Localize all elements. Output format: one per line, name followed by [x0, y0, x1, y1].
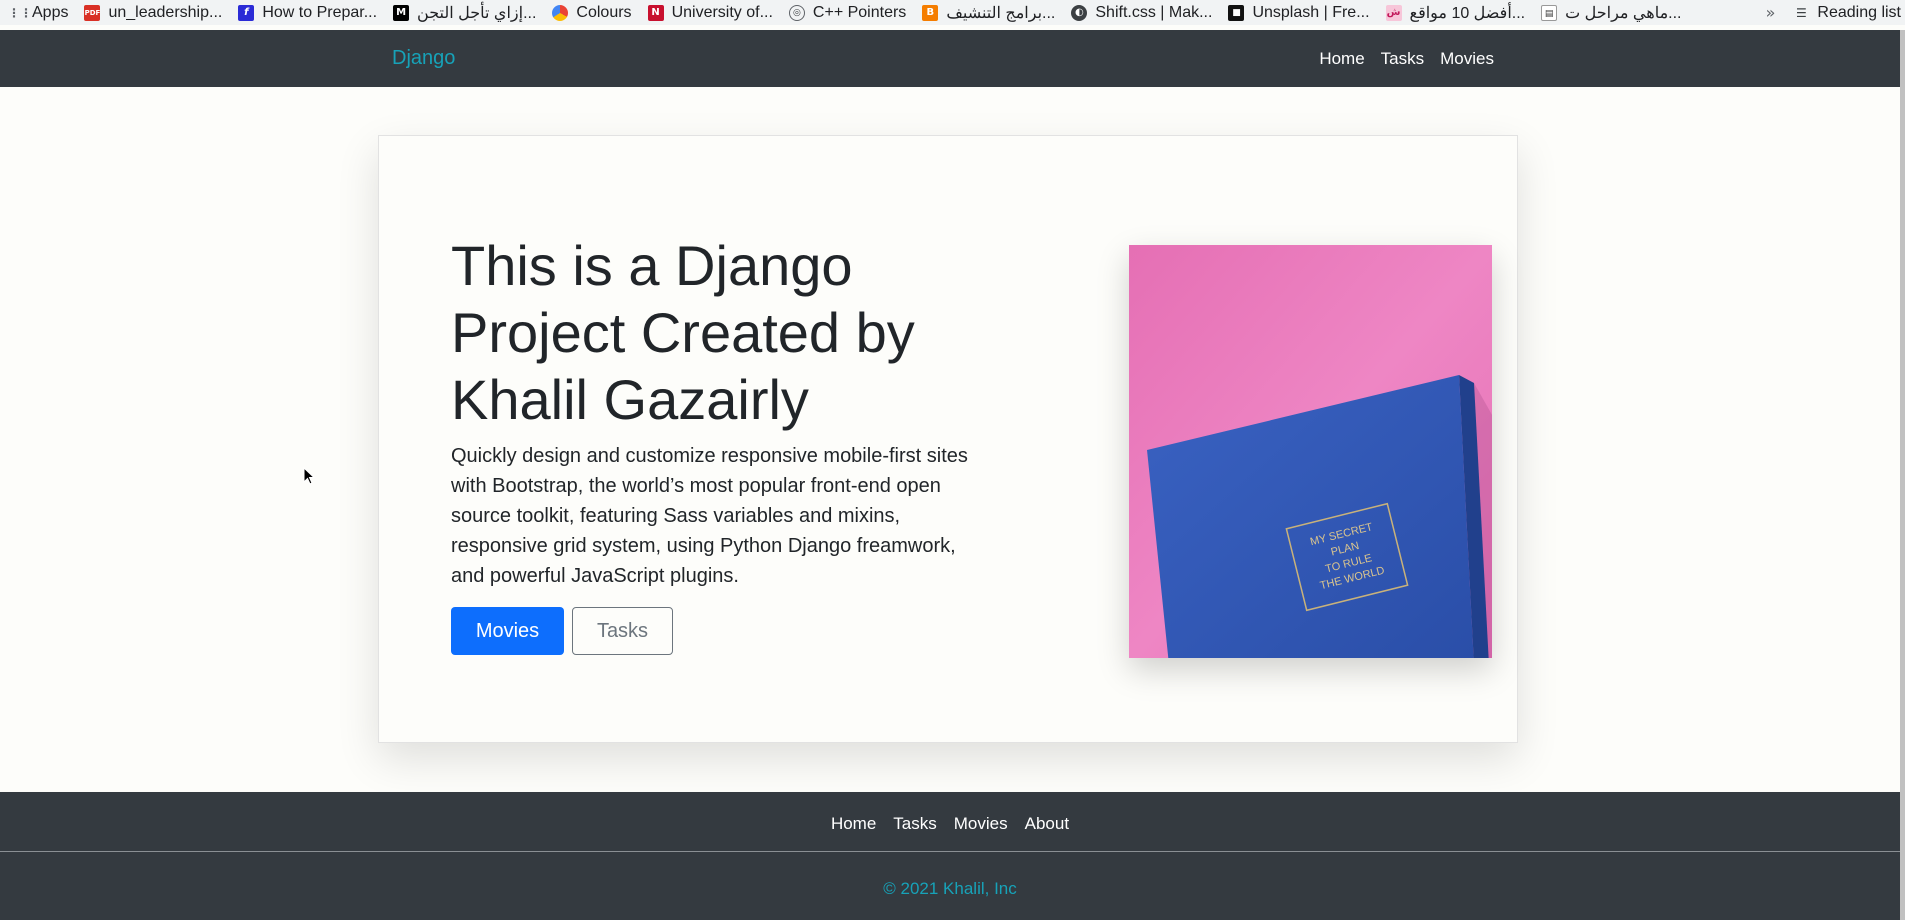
footer-divider: [0, 851, 1900, 852]
bookmark-label: برامج التنشيف...: [946, 4, 1056, 22]
nav-link-home[interactable]: Home: [1319, 49, 1364, 69]
colours-icon: [552, 4, 569, 21]
bookmark-item[interactable]: B برامج التنشيف...: [922, 3, 1055, 23]
reading-list-label: Reading list: [1817, 3, 1901, 21]
hero-title: This is a Django Project Created by Khal…: [451, 234, 915, 431]
bookmark-apps[interactable]: ⋮⋮ Apps: [8, 4, 68, 22]
bookmarks-right: » ☰ Reading list: [1766, 0, 1905, 25]
hero-description: Quickly design and customize responsive …: [451, 445, 968, 587]
page-scrollbar[interactable]: [1900, 30, 1905, 920]
bookmark-label: Apps: [32, 3, 69, 21]
reading-list-icon: ☰: [1796, 5, 1807, 20]
bookmark-label: C++ Pointers: [812, 3, 907, 21]
bookmark-item[interactable]: Colours: [552, 3, 632, 22]
more-bookmarks-icon[interactable]: »: [1766, 3, 1776, 22]
movies-button[interactable]: Movies: [451, 607, 564, 655]
navbar: Django Home Tasks Movies: [0, 30, 1900, 87]
hero-card: This is a Django Project Created by Khal…: [378, 135, 1518, 743]
navbar-brand[interactable]: Django: [392, 47, 455, 70]
navbar-links: Home Tasks Movies: [1319, 49, 1494, 69]
hero-image: MY SECRET PLAN TO RULE THE WORLD: [1129, 245, 1492, 658]
mouse-cursor-icon: [303, 467, 315, 485]
bookmark-item[interactable]: ش أفضل 10 مواقع...: [1385, 3, 1526, 23]
footer-link-about[interactable]: About: [1025, 814, 1069, 834]
bookmark-label: إزاي تأجل التجن...: [417, 4, 537, 22]
bookmark-item[interactable]: ◎ C++ Pointers: [788, 3, 907, 22]
tasks-button[interactable]: Tasks: [572, 607, 673, 655]
university-icon: N: [647, 4, 664, 21]
bookmark-label: أفضل 10 مواقع...: [1409, 4, 1526, 22]
bookmark-item[interactable]: ◐ Shift.css | Mak...: [1071, 4, 1212, 22]
bookmark-item[interactable]: f How to Prepar...: [238, 4, 377, 22]
bookmark-label: ماهي مراحل ت...: [1565, 4, 1682, 22]
notebook-illustration: MY SECRET PLAN TO RULE THE WORLD: [1129, 245, 1492, 658]
medium-icon: M: [393, 4, 410, 21]
cpp-icon: ◎: [788, 4, 805, 21]
scrollbar-thumb[interactable]: [1900, 30, 1905, 920]
bookmark-label: How to Prepar...: [262, 3, 378, 21]
bookmark-label: Shift.css | Mak...: [1095, 3, 1213, 21]
footer-link-tasks[interactable]: Tasks: [893, 814, 936, 834]
footer: Home Tasks Movies About © 2021 Khalil, I…: [0, 792, 1900, 920]
page-icon: ▤: [1541, 4, 1558, 21]
bookmark-label: Unsplash | Fre...: [1252, 3, 1370, 21]
footer-links: Home Tasks Movies About: [0, 814, 1900, 834]
reading-list-button[interactable]: ☰ Reading list: [1793, 4, 1901, 22]
bookmark-item[interactable]: N University of...: [647, 3, 773, 22]
bookmarks-bar: ⋮⋮ Apps PDF un_leadership... f How to Pr…: [0, 0, 1905, 25]
bookmark-item[interactable]: PDF un_leadership...: [84, 4, 222, 22]
nav-link-movies[interactable]: Movies: [1440, 49, 1494, 69]
f-logo-icon: f: [238, 4, 255, 21]
bookmark-item[interactable]: ▤ ماهي مراحل ت...: [1541, 3, 1681, 23]
bookmark-label: Colours: [576, 3, 632, 21]
site-icon: ش: [1385, 4, 1402, 21]
nav-link-tasks[interactable]: Tasks: [1381, 49, 1424, 69]
bookmark-label: University of...: [671, 3, 773, 21]
copyright-text: © 2021 Khalil, Inc: [883, 879, 1017, 898]
blogger-icon: B: [922, 4, 939, 21]
pdf-icon: PDF: [84, 4, 101, 21]
globe-icon: ◐: [1071, 4, 1088, 21]
bookmark-item[interactable]: ■ Unsplash | Fre...: [1228, 3, 1370, 22]
apps-grid-icon: ⋮⋮: [8, 5, 32, 20]
unsplash-icon: ■: [1228, 4, 1245, 21]
footer-link-home[interactable]: Home: [831, 814, 876, 834]
bookmark-label: un_leadership...: [108, 3, 223, 21]
bookmark-item[interactable]: M إزاي تأجل التجن...: [393, 3, 536, 23]
footer-link-movies[interactable]: Movies: [954, 814, 1008, 834]
